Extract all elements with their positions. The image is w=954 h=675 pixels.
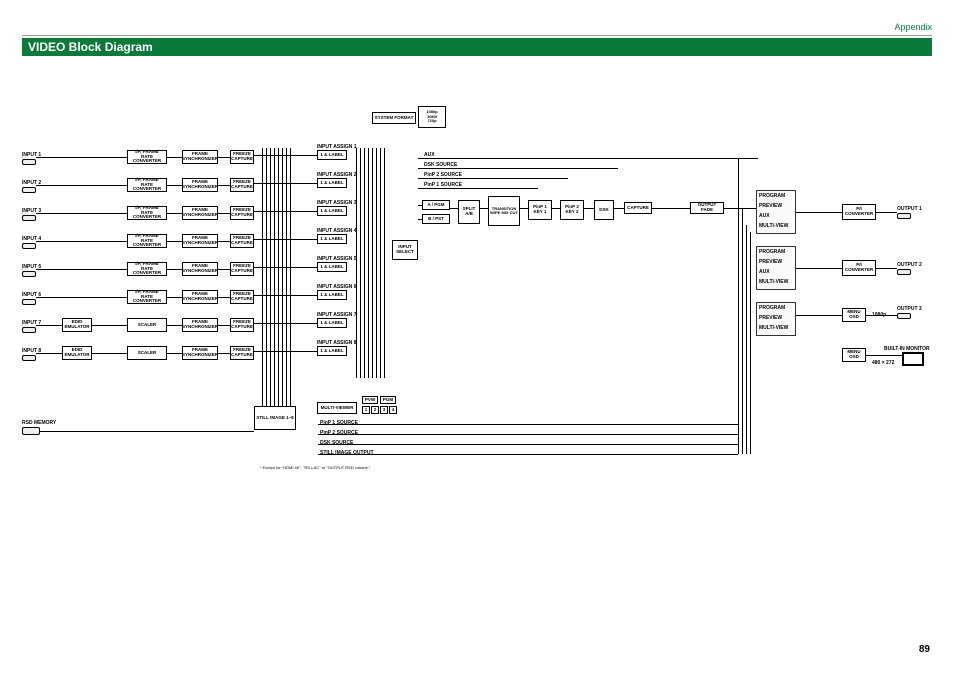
input-6-port xyxy=(22,299,36,305)
input-3-port xyxy=(22,215,36,221)
monitor-res: 480 × 272 xyxy=(872,360,894,366)
transition: TRANSITION WIPE MIX CUT xyxy=(488,196,520,226)
mv-pvw: PVW xyxy=(362,396,378,404)
input-4-conv: I/P, FRAME RATE CONVERTER xyxy=(127,234,167,248)
input-7-port xyxy=(22,327,36,333)
input-6-conv: I/P, FRAME RATE CONVERTER xyxy=(127,290,167,304)
rsd-label: RSD MEMORY xyxy=(22,420,56,426)
input-7-sync: FRAME SYNCHRONIZER xyxy=(182,318,218,332)
input-2-port xyxy=(22,187,36,193)
input-assign-7: 1 & LABEL xyxy=(317,318,347,328)
input-8-port xyxy=(22,355,36,361)
split: SPLIT A/B xyxy=(458,200,480,224)
pinp1: PinP 1 KEY 1 xyxy=(528,200,552,220)
multiviewer: MULTI-VIEWER xyxy=(317,402,357,414)
input-1-sync: FRAME SYNCHRONIZER xyxy=(182,150,218,164)
rsd-port xyxy=(22,427,40,435)
input-5-port xyxy=(22,271,36,277)
output-3-port xyxy=(897,313,911,319)
output-switch-3: PROGRAM PREVIEW MULTI-VIEW xyxy=(756,302,796,336)
mv-slot-3: 3 xyxy=(380,406,388,414)
mv-slot-1: 1 xyxy=(362,406,370,414)
input-7-edid: EDID EMULATOR xyxy=(62,318,92,332)
input-3-conv: I/P, FRAME RATE CONVERTER xyxy=(127,206,167,220)
capture: CAPTURE xyxy=(624,202,652,214)
crossbar-bus xyxy=(260,148,296,406)
input-1-conv: I/P, FRAME RATE CONVERTER xyxy=(127,150,167,164)
output-switch-1: PROGRAM PREVIEW AUX MULTI-VIEW xyxy=(756,190,796,234)
input-assign-4: 1 & LABEL xyxy=(317,234,347,244)
footnote: * Except for "HDMI 4K", "RS-LAC" or "OUT… xyxy=(260,465,370,470)
output-2-port xyxy=(897,269,911,275)
input-3-sync: FRAME SYNCHRONIZER xyxy=(182,206,218,220)
bus-bot-pinp2: PinP 2 SOURCE xyxy=(320,430,358,436)
input-5-sync: FRAME SYNCHRONIZER xyxy=(182,262,218,276)
output-3-label: OUTPUT 3 xyxy=(897,306,922,312)
input-assign-2: 1 & LABEL xyxy=(317,178,347,188)
input-2-freeze: FREEZE CAPTURE xyxy=(230,178,254,192)
input-3-freeze: FREEZE CAPTURE xyxy=(230,206,254,220)
output-fade: OUTPUT FADE xyxy=(690,202,724,214)
input-8-freeze: FREEZE CAPTURE xyxy=(230,346,254,360)
mv-slot-4: 4 xyxy=(389,406,397,414)
input-2-sync: FRAME SYNCHRONIZER xyxy=(182,178,218,192)
input-1-port xyxy=(22,159,36,165)
bus-bot-pinp1: PinP 1 SOURCE xyxy=(320,420,358,426)
input-assign-3: 1 & LABEL xyxy=(317,206,347,216)
output-2-conv: P/I CONVERTER xyxy=(842,260,876,276)
output-1-conv: P/I CONVERTER xyxy=(842,204,876,220)
system-format-box: SYSTEM FORMAT xyxy=(372,112,416,124)
select-bus xyxy=(354,148,394,378)
input-6-freeze: FREEZE CAPTURE xyxy=(230,290,254,304)
input-2-conv: I/P, FRAME RATE CONVERTER xyxy=(127,178,167,192)
output-2-label: OUTPUT 2 xyxy=(897,262,922,268)
mv-slot-2: 2 xyxy=(371,406,379,414)
appendix-label: Appendix xyxy=(894,22,932,32)
input-4-freeze: FREEZE CAPTURE xyxy=(230,234,254,248)
pinp2: PinP 2 KEY 2 xyxy=(560,200,584,220)
monitor-screen xyxy=(902,352,924,366)
output-3-osd: MENU OSD xyxy=(842,308,866,322)
bus-bot-still: STILL IMAGE OUTPUT xyxy=(320,450,374,456)
input-assign-5: 1 & LABEL xyxy=(317,262,347,272)
input-8-sync: FRAME SYNCHRONIZER xyxy=(182,346,218,360)
dsk: DSK xyxy=(594,200,614,220)
input-1-freeze: FREEZE CAPTURE xyxy=(230,150,254,164)
output-1-label: OUTPUT 1 xyxy=(897,206,922,212)
mv-pgm: PGM xyxy=(380,396,396,404)
b-pst: B / PST xyxy=(422,214,450,224)
input-8-edid: EDID EMULATOR xyxy=(62,346,92,360)
input-4-sync: FRAME SYNCHRONIZER xyxy=(182,234,218,248)
output-switch-2: PROGRAM PREVIEW AUX MULTI-VIEW xyxy=(756,246,796,290)
a-pgm: A / PGM xyxy=(422,200,450,210)
output-1-port xyxy=(897,213,911,219)
system-format-modes: 1080p 1080i 720p xyxy=(418,106,446,128)
still-image: STILL IMAGE 1–8 xyxy=(254,406,296,430)
bus-bot-dsk: DSK SOURCE xyxy=(320,440,353,446)
page-title: VIDEO Block Diagram xyxy=(22,38,932,56)
input-assign-6: 1 & LABEL xyxy=(317,290,347,300)
block-diagram: SYSTEM FORMAT 1080p 1080i 720p INPUT 1 I… xyxy=(22,90,932,625)
input-7-freeze: FREEZE CAPTURE xyxy=(230,318,254,332)
input-6-sync: FRAME SYNCHRONIZER xyxy=(182,290,218,304)
input-assign-1: 1 & LABEL xyxy=(317,150,347,160)
input-8-scaler: SCALER xyxy=(127,346,167,360)
input-7-scaler: SCALER xyxy=(127,318,167,332)
monitor-osd: MENU OSD xyxy=(842,348,866,362)
input-select: INPUT SELECT xyxy=(392,240,418,260)
input-5-freeze: FREEZE CAPTURE xyxy=(230,262,254,276)
input-5-conv: I/P, FRAME RATE CONVERTER xyxy=(127,262,167,276)
page-number: 89 xyxy=(919,644,930,655)
input-4-port xyxy=(22,243,36,249)
input-assign-8: 1 & LABEL xyxy=(317,346,347,356)
